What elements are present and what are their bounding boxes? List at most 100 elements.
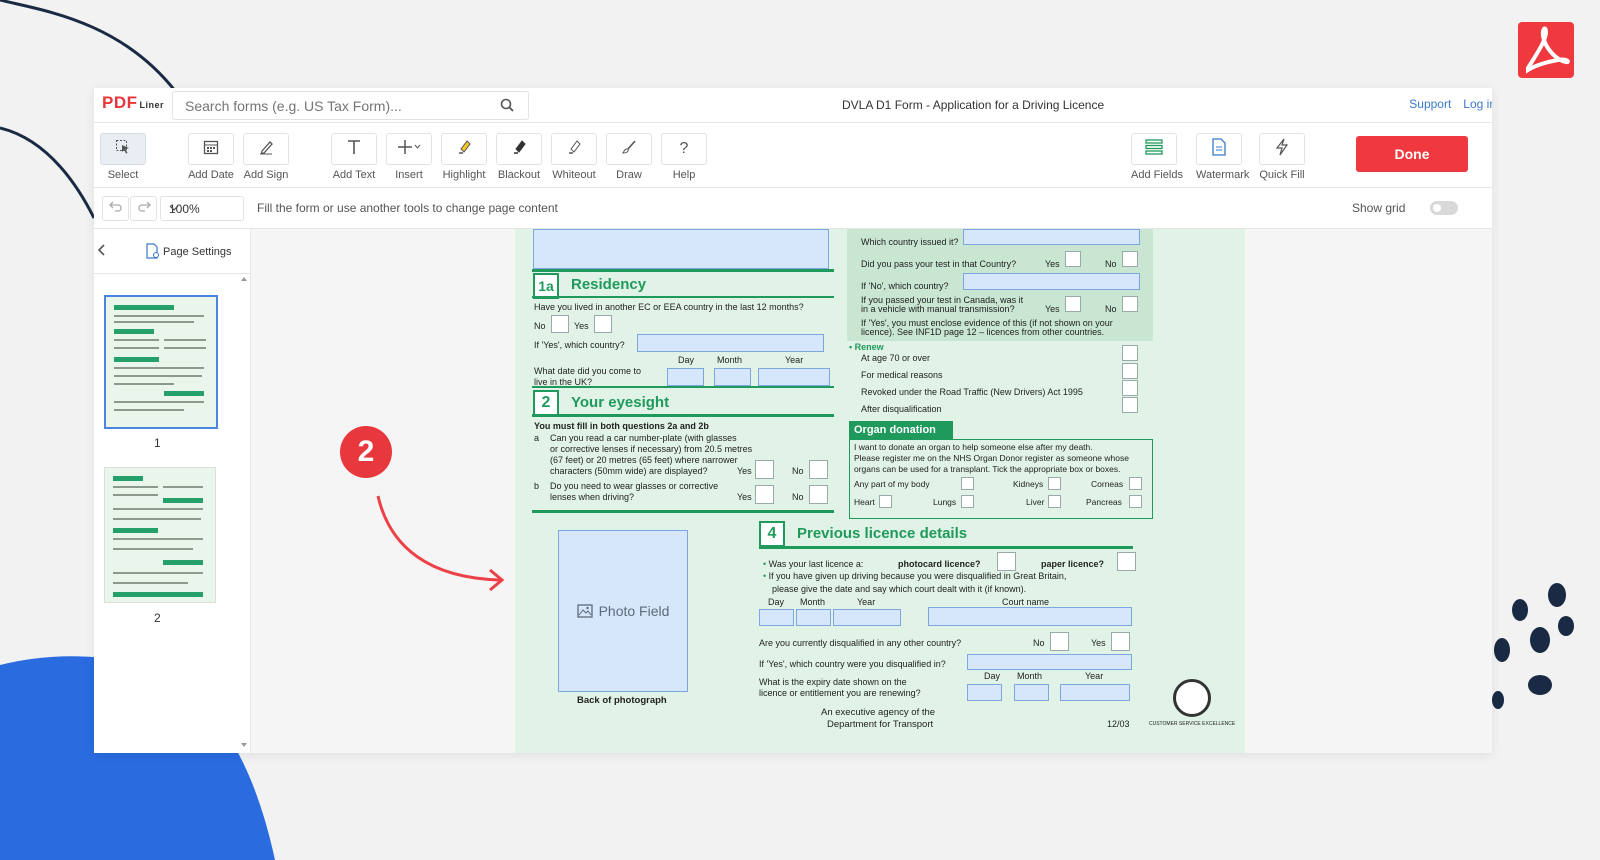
disq-other-no-checkbox[interactable] [1050, 632, 1069, 651]
whiteout-tool[interactable]: Whiteout [551, 133, 597, 181]
page-thumbnail-1[interactable] [104, 295, 218, 429]
add-sign-label: Add Sign [243, 169, 289, 181]
logo-sub-text: Liner [139, 100, 165, 110]
form-page: Which country issued it? Did you pass yo… [515, 229, 1245, 753]
agency-line1: An executive agency of the [821, 707, 936, 718]
canada-no-checkbox[interactable] [1122, 296, 1138, 312]
search-input[interactable] [183, 97, 487, 115]
renew-medical-checkbox[interactable] [1122, 363, 1138, 379]
login-link[interactable]: Log in [1463, 97, 1492, 111]
organ-donation-heading: Organ donation [849, 421, 953, 439]
expiry-question-line2: licence or entitlement you are renewing? [759, 688, 921, 698]
residency-yes-checkbox[interactable] [594, 315, 612, 333]
draw-tool[interactable]: Draw [606, 133, 652, 181]
organ-lungs-checkbox[interactable] [961, 495, 974, 508]
photo-field[interactable]: Photo Field [558, 530, 688, 692]
residency-country-field[interactable] [637, 334, 824, 352]
redo-button[interactable] [130, 196, 157, 221]
expiry-day-field[interactable] [967, 684, 1002, 701]
no-label: No [1033, 638, 1045, 648]
question-icon: ? [679, 140, 689, 157]
year-label: Year [857, 597, 876, 607]
organ-heart-label: Heart [854, 497, 875, 507]
sidebar-scrollbar[interactable] [240, 273, 248, 753]
eyesight-a-yes-checkbox[interactable] [755, 460, 774, 479]
organ-any-label: Any part of my body [854, 479, 930, 489]
add-fields-tool[interactable]: Add Fields [1131, 133, 1183, 181]
options-bar: 100% Fill the form or use another tools … [94, 188, 1492, 229]
organ-pancreas-checkbox[interactable] [1129, 495, 1142, 508]
organ-corneas-checkbox[interactable] [1129, 477, 1142, 490]
search-icon[interactable] [500, 98, 514, 117]
add-date-tool[interactable]: Add Date [188, 133, 234, 181]
disq-which-field[interactable] [967, 654, 1132, 670]
blackout-icon [511, 139, 527, 160]
expiry-question-line1: What is the expiry date shown on the [759, 677, 907, 687]
add-sign-tool[interactable]: Add Sign [243, 133, 289, 181]
main-toolbar: Select Add Date Add Sign Add Text Insert… [94, 123, 1492, 188]
address-field[interactable] [533, 229, 829, 269]
highlight-tool[interactable]: Highlight [441, 133, 487, 181]
eyesight-a-letter: a [534, 433, 540, 443]
zoom-select[interactable]: 100% [160, 196, 244, 221]
country-issued-field[interactable] [963, 229, 1140, 245]
previous-licence-number: 4 [759, 521, 785, 547]
month-label: Month [1017, 671, 1043, 681]
disq-day-field[interactable] [759, 609, 794, 626]
blackout-tool[interactable]: Blackout [496, 133, 542, 181]
help-tool[interactable]: ? Help [661, 133, 707, 181]
collapse-sidebar-icon[interactable] [97, 243, 107, 262]
organ-any-checkbox[interactable] [961, 477, 974, 490]
whiteout-label: Whiteout [552, 169, 596, 181]
renew-age70-checkbox[interactable] [1122, 345, 1138, 361]
quick-fill-tool[interactable]: Quick Fill [1259, 133, 1305, 181]
support-link[interactable]: Support [1409, 97, 1451, 111]
renew-revoked-checkbox[interactable] [1122, 380, 1138, 396]
disq-year-field[interactable] [833, 609, 901, 626]
done-button[interactable]: Done [1356, 136, 1468, 172]
canada-yes-checkbox[interactable] [1065, 296, 1081, 312]
watermark-icon [1211, 137, 1227, 161]
disq-month-field[interactable] [796, 609, 831, 626]
expiry-year-field[interactable] [1060, 684, 1130, 701]
draw-label: Draw [616, 169, 642, 181]
organ-liver-checkbox[interactable] [1048, 495, 1061, 508]
if-no-country-field[interactable] [963, 273, 1140, 290]
pass-test-yes-checkbox[interactable] [1065, 251, 1081, 267]
date-question-line1: What date did you come to [534, 366, 642, 376]
hint-text: Fill the form or use another tools to ch… [257, 201, 558, 215]
disq-other-yes-checkbox[interactable] [1111, 632, 1130, 651]
eyesight-b-yes-checkbox[interactable] [755, 485, 774, 504]
watermark-tool[interactable]: Watermark [1196, 133, 1249, 181]
court-name-field[interactable] [928, 607, 1132, 626]
pass-test-no-checkbox[interactable] [1122, 251, 1138, 267]
day-label: Day [984, 671, 1001, 681]
eyesight-a-no-checkbox[interactable] [809, 460, 828, 479]
add-text-tool[interactable]: Add Text [331, 133, 377, 181]
organ-heart-checkbox[interactable] [879, 495, 892, 508]
app-logo[interactable]: PDF Liner [102, 93, 164, 113]
page-thumbnail-2[interactable] [104, 467, 216, 603]
eyesight-a-line1: Can you read a car number-plate (with gl… [550, 433, 737, 443]
section-divider [532, 386, 834, 388]
signature-pen-icon [258, 139, 274, 160]
disq-other-question: Are you currently disqualified in any ot… [759, 638, 962, 648]
organ-kidneys-checkbox[interactable] [1048, 477, 1061, 490]
insert-tool[interactable]: Insert [386, 133, 432, 181]
eyesight-b-no-checkbox[interactable] [809, 485, 828, 504]
residency-no-checkbox[interactable] [551, 315, 569, 333]
organ-liver-label: Liver [1026, 497, 1045, 507]
select-tool[interactable]: Select [100, 133, 146, 181]
uk-arrival-month-field[interactable] [714, 368, 751, 386]
show-grid-toggle[interactable] [1430, 201, 1458, 215]
undo-button[interactable] [102, 196, 129, 221]
expiry-month-field[interactable] [1014, 684, 1049, 701]
editor-window: PDFLiner DVLA D1 Form - Application for … [94, 88, 1492, 753]
page-settings-button[interactable]: Page Settings [146, 243, 232, 259]
uk-arrival-day-field[interactable] [667, 368, 704, 386]
renew-disqualification-checkbox[interactable] [1122, 397, 1138, 413]
paper-checkbox[interactable] [1117, 552, 1136, 571]
cse-logo-icon [1173, 679, 1211, 717]
photocard-checkbox[interactable] [997, 552, 1016, 571]
uk-arrival-year-field[interactable] [758, 368, 830, 386]
